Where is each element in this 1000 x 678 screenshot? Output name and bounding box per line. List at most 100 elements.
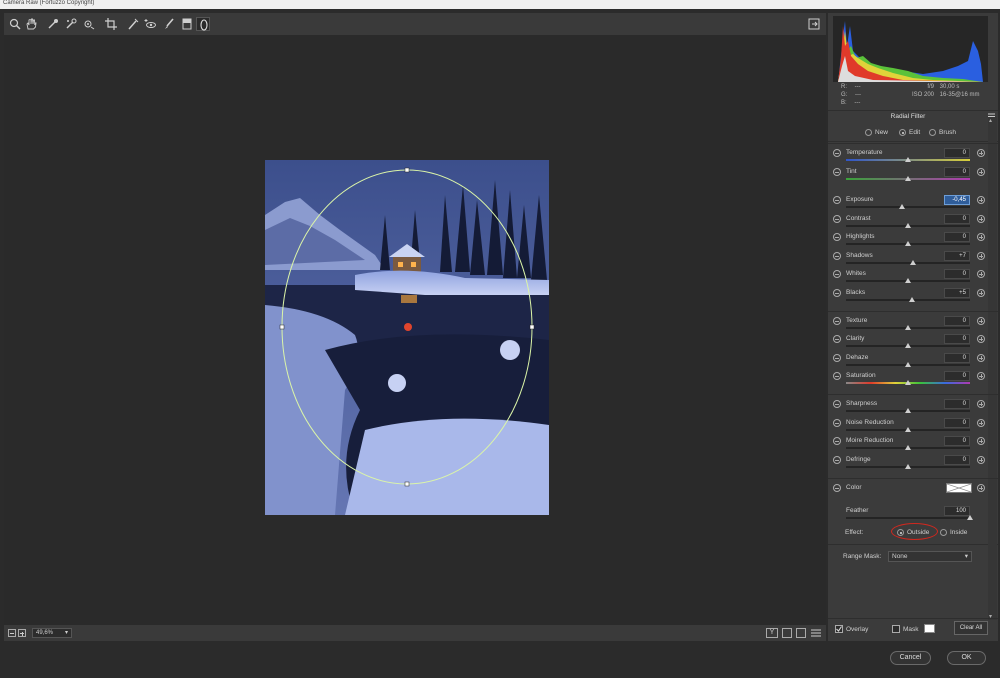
radial-filter-icon[interactable]	[196, 17, 210, 31]
contrast-slider-thumb[interactable]	[905, 223, 911, 228]
shadows-value-field[interactable]: +7	[944, 251, 970, 261]
contrast-plus-icon[interactable]	[977, 215, 985, 223]
targeted-adjustment-icon[interactable]	[82, 17, 96, 31]
color-sampler-icon[interactable]	[64, 17, 78, 31]
effect-outside-radio[interactable]	[897, 529, 904, 536]
whites-plus-icon[interactable]	[977, 270, 985, 278]
texture-plus-icon[interactable]	[977, 317, 985, 325]
highlights-minus-icon[interactable]	[833, 233, 841, 241]
zoom-level-select[interactable]: 49,6% ▾	[32, 628, 72, 638]
exposure-minus-icon[interactable]	[833, 196, 841, 204]
exposure-value-field[interactable]: -0,45	[944, 195, 970, 205]
copy-settings-icon[interactable]	[796, 628, 806, 638]
mask-color-swatch[interactable]	[924, 624, 935, 633]
feather-track[interactable]	[846, 517, 970, 519]
dehaze-plus-icon[interactable]	[977, 354, 985, 362]
noise-reduction-minus-icon[interactable]	[833, 419, 841, 427]
saturation-value-field[interactable]: 0	[944, 371, 970, 381]
preview-settings-icon[interactable]	[810, 628, 822, 638]
mode-edit-radio[interactable]	[899, 129, 906, 136]
zoom-out-button[interactable]	[8, 629, 16, 637]
tint-plus-icon[interactable]	[977, 168, 985, 176]
blacks-value-field[interactable]: +5	[944, 288, 970, 298]
defringe-minus-icon[interactable]	[833, 456, 841, 464]
blacks-plus-icon[interactable]	[977, 289, 985, 297]
tint-slider-thumb[interactable]	[905, 176, 911, 181]
exposure-slider-thumb[interactable]	[898, 204, 905, 209]
sharpness-slider-thumb[interactable]	[905, 408, 911, 413]
mode-brush-radio[interactable]	[929, 129, 936, 136]
temperature-value-field[interactable]: 0	[944, 148, 970, 158]
before-after-y-icon[interactable]: Y	[766, 628, 778, 638]
adjustment-brush-icon[interactable]	[162, 17, 176, 31]
whites-slider-thumb[interactable]	[905, 278, 911, 283]
range-mask-select[interactable]: None ▾	[888, 551, 972, 562]
saturation-plus-icon[interactable]	[977, 372, 985, 380]
clarity-plus-icon[interactable]	[977, 335, 985, 343]
swap-before-after-icon[interactable]	[782, 628, 792, 638]
shadows-slider-thumb[interactable]	[909, 260, 916, 265]
noise-reduction-slider-thumb[interactable]	[905, 427, 911, 432]
red-eye-icon[interactable]	[144, 17, 158, 31]
saturation-minus-icon[interactable]	[833, 372, 841, 380]
clarity-slider-thumb[interactable]	[905, 343, 911, 348]
dehaze-value-field[interactable]: 0	[944, 353, 970, 363]
shadows-minus-icon[interactable]	[833, 252, 841, 260]
temperature-minus-icon[interactable]	[833, 149, 841, 157]
cancel-button[interactable]: Cancel	[890, 651, 931, 665]
texture-value-field[interactable]: 0	[944, 316, 970, 326]
clarity-value-field[interactable]: 0	[944, 334, 970, 344]
contrast-value-field[interactable]: 0	[944, 214, 970, 224]
hand-tool-icon[interactable]	[24, 17, 38, 31]
defringe-value-field[interactable]: 0	[944, 455, 970, 465]
whites-minus-icon[interactable]	[833, 270, 841, 278]
noise-reduction-plus-icon[interactable]	[977, 419, 985, 427]
saturation-slider-thumb[interactable]	[905, 380, 911, 385]
highlights-slider-thumb[interactable]	[905, 241, 911, 246]
clarity-minus-icon[interactable]	[833, 335, 841, 343]
photo-preview[interactable]	[265, 160, 549, 515]
mode-new-radio[interactable]	[865, 129, 872, 136]
temperature-plus-icon[interactable]	[977, 149, 985, 157]
sharpness-value-field[interactable]: 0	[944, 399, 970, 409]
ok-button[interactable]: OK	[947, 651, 986, 665]
spot-removal-icon[interactable]	[126, 17, 140, 31]
defringe-slider-thumb[interactable]	[905, 464, 911, 469]
shadows-plus-icon[interactable]	[977, 252, 985, 260]
shadows-slider-track[interactable]	[846, 262, 970, 264]
highlights-plus-icon[interactable]	[977, 233, 985, 241]
blacks-slider-thumb[interactable]	[908, 297, 915, 302]
zoom-in-button[interactable]	[18, 629, 26, 637]
whites-value-field[interactable]: 0	[944, 269, 970, 279]
exposure-slider-track[interactable]	[846, 206, 970, 208]
defringe-plus-icon[interactable]	[977, 456, 985, 464]
clear-all-button[interactable]: Clear All	[954, 621, 988, 635]
effect-inside-radio[interactable]	[940, 529, 947, 536]
moire-reduction-value-field[interactable]: 0	[944, 436, 970, 446]
feather-thumb[interactable]	[967, 515, 973, 520]
crop-icon[interactable]	[104, 17, 118, 31]
mask-checkbox[interactable]	[892, 625, 900, 633]
moire-reduction-plus-icon[interactable]	[977, 437, 985, 445]
moire-reduction-minus-icon[interactable]	[833, 437, 841, 445]
graduated-filter-icon[interactable]	[180, 17, 194, 31]
toggle-fullscreen-icon[interactable]	[807, 17, 821, 31]
noise-reduction-value-field[interactable]: 0	[944, 418, 970, 428]
contrast-minus-icon[interactable]	[833, 215, 841, 223]
panel-scrollbar[interactable]: ▴ ▾	[988, 117, 997, 620]
sharpness-minus-icon[interactable]	[833, 400, 841, 408]
white-balance-eyedropper-icon[interactable]	[46, 17, 60, 31]
moire-reduction-slider-thumb[interactable]	[905, 445, 911, 450]
tint-value-field[interactable]: 0	[944, 167, 970, 177]
texture-slider-thumb[interactable]	[905, 325, 911, 330]
scroll-up-icon[interactable]: ▴	[989, 117, 992, 124]
overlay-checkbox[interactable]	[835, 625, 843, 633]
exposure-plus-icon[interactable]	[977, 196, 985, 204]
sharpness-plus-icon[interactable]	[977, 400, 985, 408]
temperature-slider-thumb[interactable]	[905, 157, 911, 162]
dehaze-slider-thumb[interactable]	[905, 362, 911, 367]
tint-minus-icon[interactable]	[833, 168, 841, 176]
dehaze-minus-icon[interactable]	[833, 354, 841, 362]
highlights-value-field[interactable]: 0	[944, 232, 970, 242]
zoom-tool-icon[interactable]	[8, 17, 22, 31]
